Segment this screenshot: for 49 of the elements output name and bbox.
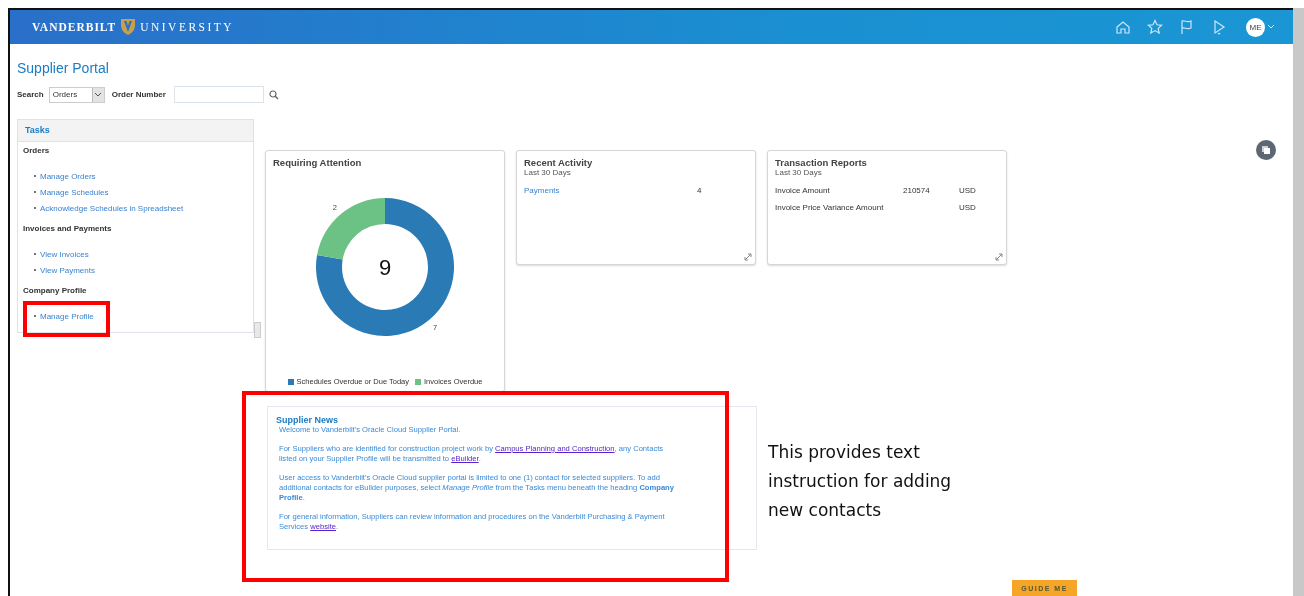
donut-slice[interactable] [316,198,454,336]
card-title: Transaction Reports [775,157,868,168]
home-icon [1115,19,1131,35]
star-button[interactable] [1146,18,1164,36]
collapse-handle[interactable] [254,322,261,338]
report-label: Invoice Amount [775,186,831,195]
search-label: Search [17,90,44,99]
report-currency: USD [959,203,976,212]
panel-title: Tasks [18,120,253,142]
scope-dropdown[interactable]: Orders [48,86,105,103]
user-avatar[interactable]: ME [1246,17,1265,37]
report-label: Invoice Price Variance Amount [775,203,885,212]
donut-slice[interactable] [317,198,385,260]
total-count: 9 [378,255,392,280]
task-link[interactable]: Manage Schedules [40,187,109,197]
annotation-text: This provides text instruction for adding new contacts [768,441,953,522]
card-subtitle: Last 30 Days [775,168,823,177]
task-link[interactable]: Acknowledge Schedules in Spreadsheet [40,203,184,213]
brand-name: UNIVERSITY [140,21,235,33]
field-label: Order Number [111,90,166,99]
expand-icon [744,253,752,261]
report-currency: USD [959,186,976,195]
shield-logo-icon [120,18,137,36]
search-icon [268,89,279,100]
star-icon [1147,19,1163,35]
activity-count: 4 [697,186,702,195]
search-button[interactable] [268,89,279,100]
caret-icon [1267,24,1275,30]
card-subtitle: Last 30 Days [524,168,572,177]
task-link[interactable]: Manage Profile [40,311,94,321]
task-link[interactable]: View Payments [40,265,95,275]
expand-icon [995,253,1003,261]
report-value: 210574 [903,186,931,195]
task-link[interactable]: View Invoices [40,249,89,259]
chevron-down-icon [94,91,103,98]
task-group-heading: Invoices and Payments [23,224,113,233]
brand-name: VANDERBILT [32,21,117,33]
activity-link[interactable]: Payments [524,186,697,195]
card-title: Recent Activity [524,157,594,168]
copy-icon [1256,140,1276,160]
card-title: Requiring Attention [273,157,363,168]
scrollbar[interactable] [1293,8,1304,596]
order-number-field[interactable] [173,86,264,103]
task-group-heading: Orders [23,146,51,155]
card-title: Supplier News [276,415,339,425]
page-title: Supplier Portal [17,60,110,78]
task-group-heading: Company Profile [23,286,88,295]
flag-icon [1179,19,1195,35]
task-link[interactable]: Manage Orders [40,171,96,181]
